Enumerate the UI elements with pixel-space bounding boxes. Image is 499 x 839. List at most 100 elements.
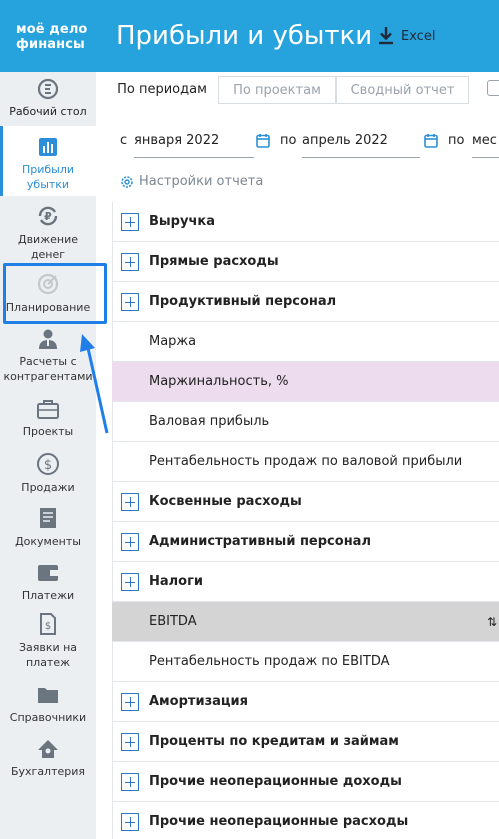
gear-icon xyxy=(121,175,133,188)
table-row[interactable]: Выручка xyxy=(112,202,499,242)
expand-icon[interactable] xyxy=(121,213,139,231)
invoice-icon: $ xyxy=(40,613,56,635)
table-row[interactable]: Косвенные расходы xyxy=(112,482,499,522)
excel-export-button[interactable]: Excel xyxy=(377,26,435,46)
sidebar-item-documents[interactable]: Документы xyxy=(0,506,96,548)
calendar-icon[interactable] xyxy=(256,133,270,148)
to-period-field[interactable]: апрель 2022 xyxy=(302,130,420,158)
sidebar-item-projects[interactable]: Проекты xyxy=(0,398,96,438)
page-title: Прибыли и убытки xyxy=(116,21,373,51)
table-row[interactable]: Налоги xyxy=(112,562,499,602)
expand-icon[interactable] xyxy=(121,693,139,711)
table-row: Рентабельность продаж по валовой прибыли xyxy=(112,442,499,482)
from-period-field[interactable]: января 2022 xyxy=(134,130,254,158)
wallet-icon xyxy=(38,565,58,581)
row-label: Административный персонал xyxy=(149,534,371,549)
logo-line-2: финансы xyxy=(16,37,85,52)
dollar-icon: $ xyxy=(37,453,59,475)
tab-by-periods[interactable]: По периодам xyxy=(104,76,220,104)
row-label: Выручка xyxy=(149,214,215,229)
target-icon xyxy=(37,273,59,295)
excel-label: Excel xyxy=(401,28,436,44)
report-settings-label: Настройки отчета xyxy=(139,174,264,189)
sidebar-item-payment-requests[interactable]: $ Заявки на платеж xyxy=(0,612,96,670)
table-row[interactable]: Амортизация xyxy=(112,682,499,722)
sidebar-item-label: Планирование xyxy=(5,301,91,314)
row-label: Маржинальность, % xyxy=(149,374,289,389)
report-tabs: По периодам По проектам Сводный отчет xyxy=(96,72,499,106)
to-prefix: по xyxy=(280,133,297,148)
expand-icon[interactable] xyxy=(121,293,139,311)
sidebar-item-planning[interactable]: Планирование xyxy=(0,272,96,322)
tab-summary[interactable]: Сводный отчет xyxy=(336,76,469,104)
money-flow-icon: ₽ xyxy=(38,206,58,226)
table-row: Рентабельность продаж по EBITDA xyxy=(112,642,499,682)
tab-by-projects[interactable]: По проектам xyxy=(218,76,336,104)
row-label: Продуктивный персонал xyxy=(149,294,337,309)
row-label: Проценты по кредитам и займам xyxy=(149,734,399,749)
row-label: Прочие неоперационные расходы xyxy=(149,814,409,829)
row-label: Косвенные расходы xyxy=(149,494,302,509)
sidebar-item-cash-flow[interactable]: ₽ Движение денег xyxy=(0,204,96,264)
sidebar-item-label: Движение денег xyxy=(17,233,78,261)
row-label: Амортизация xyxy=(149,694,248,709)
svg-text:$: $ xyxy=(45,621,51,632)
sidebar-item-desktop[interactable]: Рабочий стол xyxy=(0,78,96,128)
expand-icon[interactable] xyxy=(121,733,139,751)
expand-icon[interactable] xyxy=(121,813,139,831)
sidebar-item-label: Прибыли убытки xyxy=(21,163,75,191)
table-row[interactable]: Проценты по кредитам и займам xyxy=(112,722,499,762)
report-settings-link[interactable]: Настройки отчета xyxy=(120,174,263,189)
folder-icon xyxy=(38,688,58,703)
app-logo[interactable]: моё дело финансы xyxy=(16,22,87,52)
row-label: Маржа xyxy=(149,334,197,349)
calendar-icon[interactable] xyxy=(424,133,438,148)
contractor-icon xyxy=(39,329,57,349)
sidebar-item-sales[interactable]: $ Продажи xyxy=(0,452,96,494)
download-icon xyxy=(379,27,393,45)
table-row[interactable]: Продуктивный персонал xyxy=(112,282,499,322)
expand-icon[interactable] xyxy=(121,493,139,511)
row-label: Прямые расходы xyxy=(149,254,279,269)
sidebar-item-label: Документы xyxy=(15,535,81,548)
to-period-value: апрель 2022 xyxy=(302,133,388,148)
row-label: EBITDA xyxy=(149,614,197,629)
options-checkbox[interactable] xyxy=(487,80,499,96)
sidebar-item-label: Расчеты с контрагентами xyxy=(3,355,93,383)
grouping-select[interactable]: мес xyxy=(472,130,499,158)
row-label: Рентабельность продаж по EBITDA xyxy=(149,654,390,669)
sidebar-item-accounting[interactable]: Бухгалтерия xyxy=(0,738,96,778)
desktop-icon xyxy=(37,78,59,100)
sidebar-item-label: Справочники xyxy=(9,711,87,724)
sidebar-item-label: Рабочий стол xyxy=(9,105,87,118)
sidebar-item-label: Продажи xyxy=(21,481,75,494)
table-row: EBITDA ⇅ xyxy=(112,602,499,642)
sort-icon[interactable]: ⇅ xyxy=(487,614,497,630)
briefcase-icon xyxy=(37,400,59,419)
table-row: Маржа xyxy=(112,322,499,362)
sidebar: Рабочий стол Прибыли убытки ₽ Движение д… xyxy=(0,72,96,839)
expand-icon[interactable] xyxy=(121,253,139,271)
logo-line-1: моё дело xyxy=(16,22,88,37)
expand-icon[interactable] xyxy=(121,573,139,591)
table-row[interactable]: Административный персонал xyxy=(112,522,499,562)
table-row: Валовая прибыль xyxy=(112,402,499,442)
period-filter: с января 2022 по апрель 2022 по мес xyxy=(96,120,499,160)
document-icon xyxy=(40,508,56,528)
expand-icon[interactable] xyxy=(121,773,139,791)
table-row[interactable]: Прочие неоперационные доходы xyxy=(112,762,499,802)
from-period-value: января 2022 xyxy=(134,133,220,148)
svg-text:$: $ xyxy=(44,458,52,473)
row-label: Прочие неоперационные доходы xyxy=(149,774,402,789)
bar-chart-icon xyxy=(39,138,57,156)
sidebar-item-profit-loss[interactable]: Прибыли убытки xyxy=(0,126,96,196)
sidebar-item-references[interactable]: Справочники xyxy=(0,684,96,724)
table-row[interactable]: Прямые расходы xyxy=(112,242,499,282)
row-label: Рентабельность продаж по валовой прибыли xyxy=(149,454,463,469)
table-row[interactable]: Прочие неоперационные расходы xyxy=(112,802,499,839)
sidebar-item-payments[interactable]: Платежи xyxy=(0,562,96,602)
row-label: Налоги xyxy=(149,574,204,589)
expand-icon[interactable] xyxy=(121,533,139,551)
sidebar-item-contractors[interactable]: Расчеты с контрагентами xyxy=(0,328,96,384)
sidebar-item-label: Бухгалтерия xyxy=(10,765,86,778)
